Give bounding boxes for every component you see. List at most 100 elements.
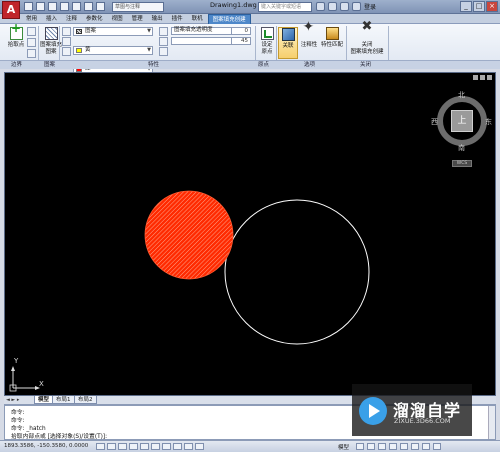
viewcube[interactable]: 上 北 南 东 西 [431,90,493,152]
tab-parametric[interactable]: 参数化 [82,14,107,24]
tab-online[interactable]: 联机 [188,14,207,24]
match-properties-button[interactable]: 特性匹配 [320,27,344,59]
tab-model[interactable]: 模型 [34,396,54,404]
transparency-slider[interactable]: 图案填充透明度 0 [171,27,251,36]
outline-circle[interactable] [224,199,370,345]
command-scrollbar[interactable] [488,406,495,439]
application-menu-button[interactable]: A [2,1,20,19]
model-space-button[interactable]: 模型 [338,443,349,451]
save-icon[interactable] [48,2,57,11]
lock-icon[interactable] [422,443,430,450]
hatch-color-icon [62,37,71,46]
tab-layout2[interactable]: 布局2 [74,396,97,404]
chevron-down-icon: ▼ [147,47,151,53]
pick-points-button[interactable]: 拾取点 [3,25,29,59]
recreate-boundary-icon[interactable] [27,49,36,58]
compass-north[interactable]: 北 [458,90,465,100]
angle-icon [159,37,168,46]
grid-toggle[interactable] [107,443,116,450]
workspace-switch-icon[interactable] [411,443,419,450]
panel-title-options[interactable]: 选项 [304,61,315,69]
ucs-x-label: X [39,380,44,388]
help-search-input[interactable]: 键入关键字或短语 [258,2,312,12]
print-icon[interactable] [72,2,81,11]
layout-nav-arrows[interactable]: ◄ ► ▸ [6,397,19,403]
tab-plugins[interactable]: 插件 [168,14,187,24]
otrack-toggle[interactable] [151,443,160,450]
pan-icon[interactable] [378,443,386,450]
annotation-scale-icon[interactable] [400,443,408,450]
associative-button[interactable]: 关联 [278,27,298,59]
tab-layout1[interactable]: 布局1 [52,396,75,404]
close-hatch-creation-button[interactable]: 关闭 图案填充创建 [348,24,386,59]
pattern-swatch [76,29,82,34]
tab-home[interactable]: 常用 [22,14,41,24]
annotative-button[interactable]: 注释性 [299,24,319,59]
workspace-select[interactable]: 草图与注释 [112,2,164,12]
drawing-viewport[interactable]: Y X 上 北 南 东 西 WCS [4,72,496,396]
panel-title-pattern: 图案 [44,62,56,68]
save-as-icon[interactable] [60,2,69,11]
command-prompt[interactable]: 拾取内部点或 [选择对象(S)/设置(T)]: [11,431,107,440]
open-icon[interactable] [36,2,45,11]
angle-slider[interactable]: 45 [171,37,251,46]
viewcube-top-face[interactable]: 上 [451,110,473,132]
new-icon[interactable] [24,2,33,11]
hatched-circle[interactable] [144,190,234,280]
set-origin-button[interactable]: 设定 原点 [256,27,278,59]
ribbon-tabs: 常用 插入 注释 参数化 视图 管理 输出 插件 联机 图案填充创建 [22,14,251,24]
close-icon [361,24,374,40]
maximize-button[interactable]: □ [473,1,485,12]
compass-east[interactable]: 东 [485,117,492,127]
undo-icon[interactable] [84,2,93,11]
background-color-icon [62,47,71,56]
tab-hatch-creation[interactable]: 图案填充创建 [207,14,251,24]
drawing-canvas[interactable] [5,73,495,395]
favorites-icon[interactable] [352,2,361,11]
panel-title-origin[interactable]: 原点 [258,61,269,69]
annotative-icon [303,24,316,40]
document-title: Drawing1.dwg [210,1,257,9]
compass-south[interactable]: 南 [458,143,465,153]
tab-insert[interactable]: 插入 [42,14,61,24]
search-icon[interactable] [316,2,325,11]
zoom-icon[interactable] [389,443,397,450]
tab-manage[interactable]: 管理 [128,14,147,24]
pattern-type-icon [62,27,71,36]
play-logo-icon [359,397,387,425]
quick-view-drawings-icon[interactable] [367,443,375,450]
ducs-toggle[interactable] [162,443,171,450]
ucs-icon [9,366,40,392]
hatch-color-select[interactable]: 黄 ▼ [73,46,153,55]
pick-points-icon [9,25,23,40]
pattern-type-select[interactable]: 图案 ▼ [73,27,153,36]
compass-west[interactable]: 西 [431,117,438,127]
tab-view[interactable]: 视图 [108,14,127,24]
snap-toggle[interactable] [96,443,105,450]
remove-boundary-icon[interactable] [27,38,36,47]
ortho-toggle[interactable] [118,443,127,450]
select-objects-icon[interactable] [27,27,36,36]
window-controls: _ □ × [460,1,498,12]
redo-icon[interactable] [96,2,105,11]
lineweight-toggle[interactable] [184,443,193,450]
panel-title-properties[interactable]: 特性 [148,61,159,69]
wcs-menu-button[interactable]: WCS [452,160,472,167]
title-tools [316,2,361,11]
quick-properties-toggle[interactable] [195,443,204,450]
chevron-down-icon: ▼ [147,28,151,34]
panel-title-boundary[interactable]: 边界 [11,61,22,69]
polar-toggle[interactable] [129,443,138,450]
tab-output[interactable]: 输出 [148,14,167,24]
subscription-icon[interactable] [328,2,337,11]
close-window-button[interactable]: × [486,1,498,12]
quick-view-layouts-icon[interactable] [356,443,364,450]
dyn-toggle[interactable] [173,443,182,450]
osnap-toggle[interactable] [140,443,149,450]
minimize-button[interactable]: _ [460,1,472,12]
clean-screen-icon[interactable] [433,443,441,450]
login-link[interactable]: 登录 [364,2,376,11]
tab-annotate[interactable]: 注释 [62,14,81,24]
communication-icon[interactable] [340,2,349,11]
origin-icon [260,27,274,40]
